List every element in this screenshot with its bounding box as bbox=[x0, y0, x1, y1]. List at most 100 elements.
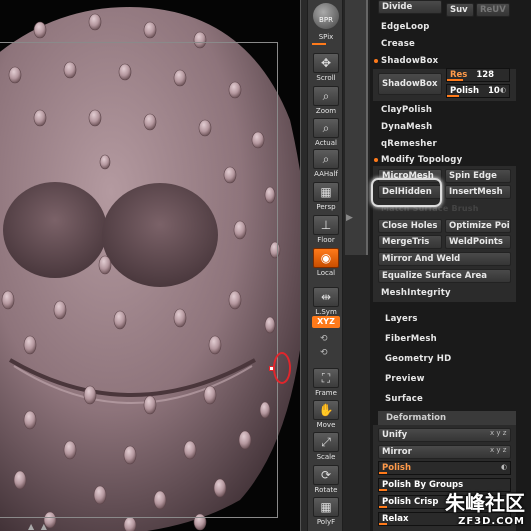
bpr-button[interactable]: BPR bbox=[313, 3, 339, 29]
spin-edge-button[interactable]: Spin Edge bbox=[445, 169, 511, 183]
aahalf-button[interactable]: ⌕ AAHalf bbox=[311, 149, 341, 178]
qremesher-item[interactable]: qRemesher bbox=[381, 139, 437, 149]
shelf-button-label: Move bbox=[316, 421, 336, 429]
move-icon: ✋ bbox=[313, 400, 339, 420]
right-shelf: BPR SPix ✥ Scroll ⌕ Zoom ⌕ Actual ⌕ AAHalf ▦ Pers… bbox=[307, 0, 343, 531]
scale-icon: ⤢ bbox=[313, 432, 339, 452]
modify-topology-section[interactable]: Modify Topology bbox=[381, 155, 462, 165]
weldpoints-button[interactable]: WeldPoints bbox=[445, 235, 511, 249]
collapse-arrow-icon[interactable]: ▶ bbox=[346, 213, 353, 223]
local-icon: ◉ bbox=[313, 248, 339, 268]
watermark-url: ZF3D.COM bbox=[458, 516, 525, 527]
transpose-gizmo[interactable] bbox=[273, 352, 291, 384]
rotate-z-icon[interactable]: ⟲ bbox=[320, 348, 328, 358]
polish-value: 10 bbox=[487, 86, 500, 96]
expanded-dot-icon bbox=[374, 158, 378, 162]
spix-label: SPix bbox=[318, 33, 334, 41]
axis-toggle-icon[interactable]: x y z bbox=[490, 446, 506, 454]
crease-item[interactable]: Crease bbox=[381, 39, 415, 49]
shadowbox-button[interactable]: ShadowBox bbox=[378, 73, 442, 95]
fibermesh-section[interactable]: FiberMesh bbox=[385, 334, 437, 344]
claypolish-item[interactable]: ClayPolish bbox=[381, 105, 432, 115]
floor-icon: ⊥ bbox=[313, 215, 339, 235]
shelf-button-label: Rotate bbox=[314, 486, 338, 494]
perspective-icon: ▦ bbox=[313, 182, 339, 202]
spix-slider-fill bbox=[312, 43, 326, 45]
frame-button[interactable]: ⛶ Frame bbox=[311, 368, 341, 397]
shelf-button-label: PolyF bbox=[316, 518, 336, 526]
polish-by-groups-fill bbox=[379, 489, 387, 491]
frame-icon: ⛶ bbox=[313, 368, 339, 388]
reuv-button[interactable]: ReUV bbox=[476, 3, 510, 17]
zoom-button[interactable]: ⌕ Zoom bbox=[311, 86, 341, 115]
transpose-handle[interactable] bbox=[269, 366, 274, 371]
move-button[interactable]: ✋ Move bbox=[311, 400, 341, 429]
scale-button[interactable]: ⤢ Scale bbox=[311, 432, 341, 461]
res-value: 128 bbox=[476, 70, 495, 80]
surface-section[interactable]: Surface bbox=[385, 394, 423, 404]
delhidden-highlight bbox=[371, 178, 442, 207]
floor-button[interactable]: ⊥ Floor bbox=[311, 215, 341, 244]
shelf-button-label: Frame bbox=[315, 389, 337, 397]
shelf-button-label: Zoom bbox=[315, 107, 337, 115]
preview-section[interactable]: Preview bbox=[385, 374, 425, 384]
res-slider[interactable]: Res 128 bbox=[446, 68, 510, 82]
viewport-edge bbox=[300, 0, 307, 531]
site-watermark: 朱峰社区 ZF3D.COM bbox=[445, 487, 525, 527]
actual-button[interactable]: ⌕ Actual bbox=[311, 118, 341, 147]
xyz-symmetry-button[interactable]: XYZ bbox=[312, 316, 340, 328]
shelf-button-label: Scale bbox=[316, 453, 336, 461]
lsym-icon: ⇹ bbox=[313, 287, 339, 307]
layers-section[interactable]: Layers bbox=[385, 314, 418, 324]
zoom-icon: ⌕ bbox=[313, 86, 339, 106]
edgeloop-item[interactable]: EdgeLoop bbox=[381, 22, 430, 32]
res-fill bbox=[447, 79, 463, 81]
shelf-button-label: Floor bbox=[317, 236, 335, 244]
axis-toggle-icon[interactable]: x y z bbox=[490, 429, 506, 437]
persp-button[interactable]: ▦ Persp bbox=[311, 182, 341, 211]
polish-deform-toggle-icon[interactable]: ◐ bbox=[501, 463, 507, 471]
polyframe-icon: ▦ bbox=[313, 497, 339, 517]
equalize-surface-area-button[interactable]: Equalize Surface Area bbox=[378, 269, 511, 283]
polish-toggle-icon[interactable]: ◐ bbox=[500, 86, 506, 94]
spix-control[interactable]: SPix bbox=[311, 33, 341, 41]
bottom-arrow-icons[interactable]: ▲ ▲ bbox=[28, 522, 49, 531]
shelf-button-label: Local bbox=[316, 269, 336, 277]
rotate-y-icon[interactable]: ⟲ bbox=[320, 334, 328, 344]
relax-fill bbox=[379, 523, 387, 525]
shelf-button-label: Scroll bbox=[316, 74, 336, 82]
mirror-and-weld-button[interactable]: Mirror And Weld bbox=[378, 252, 511, 266]
suv-button[interactable]: Suv bbox=[446, 3, 474, 17]
insertmesh-button[interactable]: InsertMesh bbox=[445, 185, 511, 199]
actual-icon: ⌕ bbox=[313, 118, 339, 138]
mergetris-button[interactable]: MergeTris bbox=[378, 235, 442, 249]
local-button[interactable]: ◉ Local bbox=[311, 248, 341, 277]
aahalf-icon: ⌕ bbox=[313, 149, 339, 169]
scroll-button[interactable]: ✥ Scroll bbox=[311, 53, 341, 82]
panel-scrollbar[interactable]: ▶ bbox=[343, 0, 370, 531]
rotate-icon: ⟳ bbox=[313, 465, 339, 485]
shadowbox-section[interactable]: ShadowBox bbox=[381, 56, 438, 66]
lsym-button[interactable]: ⇹ L.Sym bbox=[311, 287, 341, 316]
meshintegrity-item[interactable]: MeshIntegrity bbox=[381, 288, 451, 298]
optimize-points-button[interactable]: Optimize Poi bbox=[445, 219, 511, 233]
shelf-button-label: AAHalf bbox=[314, 170, 338, 178]
expanded-dot-icon bbox=[374, 59, 378, 63]
polish-deform-slider[interactable]: Polish bbox=[378, 461, 511, 475]
deformation-header[interactable]: Deformation bbox=[378, 411, 516, 425]
polish-crisp-label: Polish Crisp bbox=[382, 497, 439, 507]
rotate-button[interactable]: ⟳ Rotate bbox=[311, 465, 341, 494]
polish-deform-fill bbox=[379, 472, 387, 474]
dynamesh-item[interactable]: DynaMesh bbox=[381, 122, 432, 132]
shelf-button-label: Persp bbox=[316, 203, 336, 211]
shelf-button-label: Actual bbox=[315, 139, 337, 147]
shelf-button-label: L.Sym bbox=[315, 308, 337, 316]
close-holes-button[interactable]: Close Holes bbox=[378, 219, 442, 233]
document-frame bbox=[0, 42, 278, 518]
geometry-hd-section[interactable]: Geometry HD bbox=[385, 354, 451, 364]
divide-button[interactable]: Divide bbox=[378, 0, 442, 14]
polish-crisp-fill bbox=[379, 506, 387, 508]
polyf-button[interactable]: ▦ PolyF bbox=[311, 497, 341, 526]
watermark-title: 朱峰社区 bbox=[445, 491, 525, 515]
canvas-viewport[interactable]: ▲ ▲ bbox=[0, 0, 307, 531]
